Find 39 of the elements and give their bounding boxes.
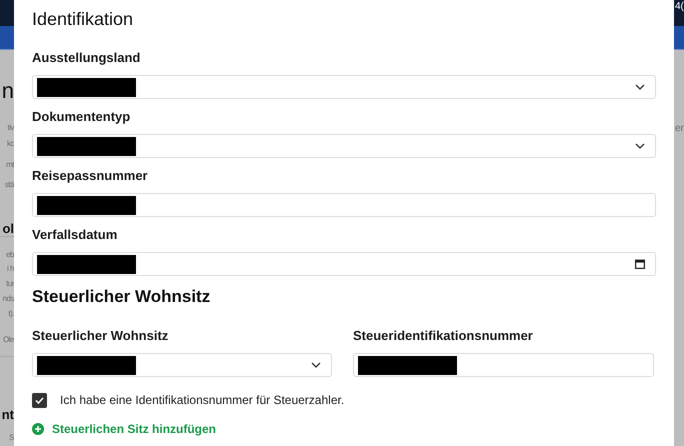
chevron-down-icon [635, 143, 645, 149]
section-heading: Steuerlicher Wohnsitz [32, 286, 212, 308]
background-text: ol [2, 222, 14, 235]
field-label: Steueridentifikationsnummer [353, 328, 534, 344]
field-label: Ausstellungsland [32, 50, 142, 66]
field-label: Dokumententyp [32, 109, 132, 125]
background-text: 4( [675, 0, 684, 12]
background-text: er [675, 124, 684, 134]
field-label: Reisepassnummer [32, 168, 149, 184]
select-field[interactable] [32, 75, 656, 99]
background-text: tur [6, 280, 14, 288]
checkbox-label: Ich habe eine Identifikationsnummer für Steuerzahler. [60, 392, 344, 409]
background-text: t). [8, 310, 14, 318]
background-text: tiv [8, 124, 14, 132]
field-label: Verfallsdatum [32, 227, 118, 243]
field-label: Steuerlicher Wohnsitz [32, 328, 170, 344]
background-text: nt [2, 408, 14, 421]
calendar-icon [635, 259, 645, 269]
select-field[interactable] [32, 353, 332, 377]
dialog-title: Identifikation [32, 8, 134, 31]
background-text: i h [7, 265, 14, 273]
date-field[interactable] [32, 252, 656, 276]
background-text: n [2, 80, 14, 102]
background-text: kc [7, 140, 14, 148]
background-text: nds [2, 295, 14, 303]
background-text: mt [6, 161, 14, 169]
background-text: Ole [3, 336, 14, 344]
checkmark-icon [35, 396, 44, 404]
select-field[interactable] [32, 134, 656, 158]
plus-circle-icon [32, 423, 44, 435]
background-text: eb [6, 251, 14, 259]
background-text: S [9, 434, 14, 442]
checkbox[interactable] [32, 392, 47, 408]
input-field[interactable] [32, 193, 656, 217]
background-text: stä [4, 181, 14, 189]
chevron-down-icon [635, 84, 645, 90]
input-field[interactable] [353, 353, 654, 377]
chevron-down-icon [311, 362, 321, 368]
add-tax-residence-link[interactable]: Steuerlichen Sitz hinzufügen [32, 420, 216, 438]
